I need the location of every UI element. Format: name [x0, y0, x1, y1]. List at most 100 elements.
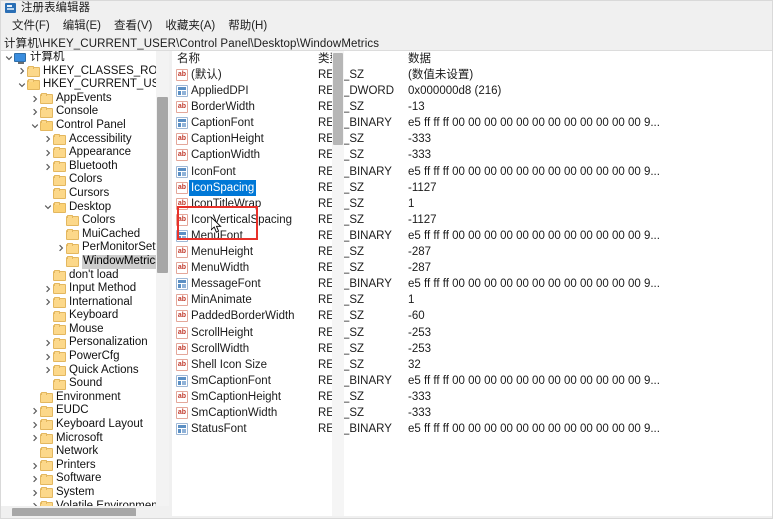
folder-icon	[40, 473, 53, 485]
tree-node-appearance[interactable]: Appearance	[0, 146, 155, 160]
table-row[interactable]: SmCaptionFont REG_BINARY e5 ff ff ff 00 00…	[172, 373, 773, 389]
column-header-name[interactable]: 名称	[177, 51, 200, 67]
table-row[interactable]: abBorderWidthREG_SZ-13	[172, 99, 773, 115]
tree-node-muicached[interactable]: MuiCached	[0, 228, 155, 242]
table-row[interactable]: abPaddedBorderWidthREG_SZ-60	[172, 308, 773, 324]
chevron-down-icon[interactable]	[42, 203, 53, 211]
tree-node-eudc[interactable]: EUDC	[0, 404, 155, 418]
value-data: -333	[408, 406, 432, 419]
computer-icon	[14, 52, 27, 65]
address-bar[interactable]: 计算机\HKEY_CURRENT_USER\Control Panel\Desk…	[0, 36, 773, 51]
tree-vertical-scroll-thumb[interactable]	[157, 97, 168, 273]
table-row[interactable]: IconFont REG_BINARY e5 ff ff ff 00 00 00 0…	[172, 164, 773, 180]
tree-node-console[interactable]: Console	[0, 105, 155, 119]
tree-node-control-panel[interactable]: Control Panel	[0, 119, 155, 133]
registry-values-panel[interactable]: 名称 类型 数据 ab(默认)REG_SZ(数值未设置) AppliedDPI RE…	[172, 51, 773, 519]
tree-node-windowmetrics[interactable]: WindowMetrics	[0, 254, 165, 269]
registry-path: 计算机\HKEY_CURRENT_USER\Control Panel\Desk…	[4, 38, 380, 50]
tree-node-cursors[interactable]: Cursors	[0, 187, 155, 201]
chevron-right-icon[interactable]	[55, 244, 66, 252]
tree-node-powercfg[interactable]: PowerCfg	[0, 350, 155, 364]
tree-node-bluetooth[interactable]: Bluetooth	[0, 160, 155, 174]
tree-node-environment[interactable]: Environment	[0, 391, 155, 405]
table-row[interactable]: AppliedDPI REG_DWORD 0x000000d8 (216)	[172, 83, 773, 99]
column-header-data[interactable]: 数据	[408, 51, 431, 67]
tree-node-sound[interactable]: Sound	[0, 377, 155, 391]
list-vertical-scroll-thumb[interactable]	[333, 53, 343, 145]
tree-node-keyboard[interactable]: Keyboard	[0, 309, 155, 323]
value-data: e5 ff ff ff 00 00 00 00 00 00 00 00 00 0…	[408, 278, 660, 291]
menu-help[interactable]: 帮助(H)	[222, 18, 274, 35]
tree-node-international[interactable]: International	[0, 296, 155, 310]
chevron-down-icon[interactable]	[3, 54, 14, 62]
chevron-right-icon[interactable]	[29, 421, 40, 429]
table-row[interactable]: MenuFont REG_BINARY e5 ff ff ff 00 00 00 0…	[172, 228, 773, 244]
chevron-right-icon[interactable]	[29, 95, 40, 103]
tree-node-system[interactable]: System	[0, 486, 155, 500]
chevron-right-icon[interactable]	[42, 285, 53, 293]
tree-node-keyboard-layout[interactable]: Keyboard Layout	[0, 418, 155, 432]
table-row[interactable]: abScrollWidthREG_SZ-253	[172, 341, 773, 357]
chevron-right-icon[interactable]	[42, 353, 53, 361]
tree-node-accessibility[interactable]: Accessibility	[0, 133, 155, 147]
folder-icon	[53, 324, 66, 336]
tree-node-printers[interactable]: Printers	[0, 459, 155, 473]
table-row[interactable]: abIconVerticalSpacingREG_SZ-1127	[172, 212, 773, 228]
chevron-right-icon[interactable]	[29, 407, 40, 415]
tree-node-hkey-current-user[interactable]: HKEY_CURRENT_USER	[0, 78, 168, 92]
tree-node-mouse[interactable]: Mouse	[0, 323, 155, 337]
table-row[interactable]: abMinAnimateREG_SZ1	[172, 292, 773, 308]
table-row[interactable]: abMenuHeightREG_SZ-287	[172, 244, 773, 260]
tree-node-software[interactable]: Software	[0, 472, 155, 486]
chevron-right-icon[interactable]	[29, 489, 40, 497]
chevron-down-icon[interactable]	[29, 122, 40, 130]
table-row[interactable]: CaptionFont REG_BINARY e5 ff ff ff 00 00 0…	[172, 115, 773, 131]
chevron-right-icon[interactable]	[42, 163, 53, 171]
table-row[interactable]: abMenuWidthREG_SZ-287	[172, 260, 773, 276]
tree-node-microsoft[interactable]: Microsoft	[0, 432, 155, 446]
table-row[interactable]: abCaptionWidthREG_SZ-333	[172, 147, 773, 163]
table-row[interactable]: MessageFont REG_BINARY e5 ff ff ff 00 00 0…	[172, 276, 773, 292]
chevron-right-icon[interactable]	[42, 135, 53, 143]
tree-node-[interactable]: 计算机	[0, 51, 155, 65]
tree-node-colors[interactable]: Colors	[0, 214, 155, 228]
table-row[interactable]: abIconTitleWrapREG_SZ1	[172, 196, 773, 212]
value-data: -1127	[408, 213, 437, 226]
value-name: IconFont	[191, 165, 236, 178]
tree-node-hkey-classes-root[interactable]: HKEY_CLASSES_ROOT	[0, 65, 168, 79]
table-row[interactable]: StatusFont REG_BINARY e5 ff ff ff 00 00 00…	[172, 421, 773, 437]
chevron-right-icon[interactable]	[42, 298, 53, 306]
chevron-right-icon[interactable]	[16, 67, 27, 75]
tree-node-personalization[interactable]: Personalization	[0, 336, 155, 350]
tree-node-permonitorsettin[interactable]: PerMonitorSettin	[0, 241, 168, 255]
tree-node-quick-actions[interactable]: Quick Actions	[0, 364, 155, 378]
folder-icon	[53, 296, 66, 308]
tree-node-appevents[interactable]: AppEvents	[0, 92, 155, 106]
table-row[interactable]: abIconSpacingREG_SZ-1127	[172, 179, 773, 196]
menu-view[interactable]: 查看(V)	[108, 18, 159, 35]
table-row[interactable]: abSmCaptionWidthREG_SZ-333	[172, 405, 773, 421]
table-row[interactable]: abShell Icon SizeREG_SZ32	[172, 357, 773, 373]
chevron-right-icon[interactable]	[29, 108, 40, 116]
table-row[interactable]: abCaptionHeightREG_SZ-333	[172, 131, 773, 147]
tree-node-desktop[interactable]: Desktop	[0, 201, 155, 215]
chevron-right-icon[interactable]	[42, 339, 53, 347]
chevron-down-icon[interactable]	[16, 81, 27, 89]
table-row[interactable]: abScrollHeightREG_SZ-253	[172, 325, 773, 341]
menu-edit[interactable]: 编辑(E)	[57, 18, 108, 35]
tree-node-input-method[interactable]: Input Method	[0, 282, 155, 296]
chevron-right-icon[interactable]	[42, 366, 53, 374]
tree-node-colors[interactable]: Colors	[0, 173, 155, 187]
tree-node-don-t-load[interactable]: don't load	[0, 269, 155, 283]
tree-node-network[interactable]: Network	[0, 445, 155, 459]
value-name: (默认)	[191, 69, 222, 81]
chevron-right-icon[interactable]	[29, 475, 40, 483]
menu-favorites[interactable]: 收藏夹(A)	[159, 18, 222, 35]
chevron-right-icon[interactable]	[29, 462, 40, 470]
table-row[interactable]: ab(默认)REG_SZ(数值未设置)	[172, 67, 773, 83]
menu-file[interactable]: 文件(F)	[6, 18, 57, 35]
registry-tree-panel[interactable]: 计算机 HKEY_CLASSES_ROOT HKEY_CURRENT_USER App…	[0, 51, 169, 506]
chevron-right-icon[interactable]	[29, 434, 40, 442]
chevron-right-icon[interactable]	[42, 149, 53, 157]
table-row[interactable]: abSmCaptionHeightREG_SZ-333	[172, 389, 773, 405]
